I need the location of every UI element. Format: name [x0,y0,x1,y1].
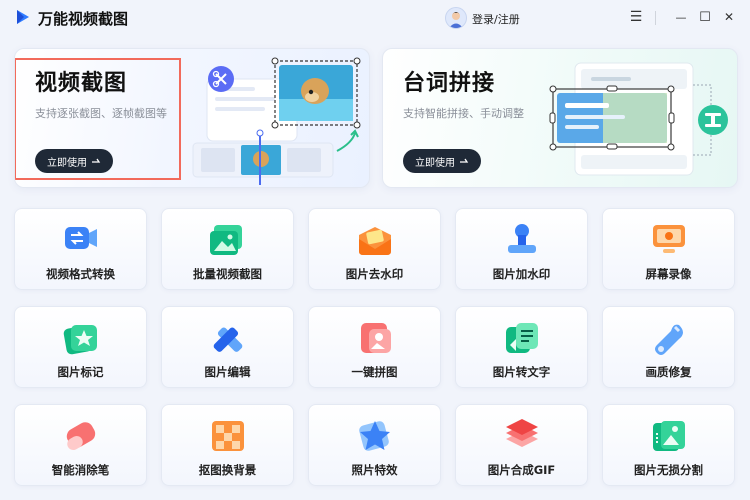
tool-tile-photo-effects[interactable]: 照片特效 [308,404,441,486]
tool-label: 批量视频截图 [193,267,262,281]
tool-tile-remove-watermark[interactable]: 图片去水印 [308,208,441,290]
app-title: 万能视频截图 [38,10,129,28]
avatar[interactable] [445,7,467,29]
minimize-icon: — [675,10,687,24]
tool-label: 图片标记 [57,365,104,379]
tool-label: 图片转文字 [492,365,551,379]
menu-button[interactable]: ☰ [627,8,645,26]
card-title: 台词拼接 [403,71,496,96]
remove-watermark-icon [359,227,391,255]
cutout-background-icon [212,421,244,451]
arrow-icon [460,158,469,163]
tool-tile-screen-record[interactable]: 屏幕录像 [602,208,735,290]
add-watermark-icon [508,224,536,253]
screen-record-icon [653,225,685,253]
tool-tile-add-watermark[interactable]: 图片加水印 [455,208,588,290]
photo-effects-icon [359,421,390,451]
image-mark-icon [63,325,97,355]
quality-repair-icon [655,324,683,355]
tool-label: 画质修复 [645,365,692,379]
tool-label: 视频格式转换 [46,267,115,281]
close-button[interactable]: ✕ [720,8,738,26]
tool-label: 图片去水印 [345,267,404,281]
subtitle-stitch-card[interactable]: 台词拼接 支持智能拼接、手动调整 立即使用 [382,48,738,188]
image-edit-icon [213,327,243,352]
button-label: 立即使用 [415,157,455,169]
tool-tile-image-split[interactable]: 图片无损分割 [602,404,735,486]
tool-label: 一键拼图 [351,365,398,379]
close-icon: ✕ [723,10,735,24]
user-icon [449,12,463,28]
subtitle-stitch-illustration [549,62,728,176]
title-bar: 万能视频截图 登录/注册 ☰ — ☐ ✕ [0,0,750,36]
use-now-button[interactable]: 立即使用 [403,149,481,173]
tool-label: 屏幕录像 [645,267,692,281]
tool-label: 图片无损分割 [634,463,703,477]
maximize-button[interactable]: ☐ [696,8,714,26]
tool-tile-video-convert[interactable]: 视频格式转换 [14,208,147,290]
tool-label: 抠图换背景 [198,463,257,477]
tool-label: 图片加水印 [492,267,551,281]
batch-screenshot-icon [210,225,242,255]
tool-label: 图片合成GIF [487,463,556,477]
tool-tile-image-edit[interactable]: 图片编辑 [161,306,294,388]
collage-icon [361,323,391,353]
tool-tile-collage[interactable]: 一键拼图 [308,306,441,388]
image-to-text-icon [506,323,538,353]
app-logo-icon [17,10,29,24]
tool-tile-smart-eraser[interactable]: 智能消除笔 [14,404,147,486]
gif-maker-icon [506,419,538,447]
tool-tile-image-to-text[interactable]: 图片转文字 [455,306,588,388]
video-screenshot-card[interactable]: 视频截图 支持逐张截图、逐帧截图等 立即使用 [14,48,370,188]
image-split-icon [653,421,685,451]
tool-tile-image-mark[interactable]: 图片标记 [14,306,147,388]
menu-icon: ☰ [629,9,643,25]
tool-tile-batch-screenshot[interactable]: 批量视频截图 [161,208,294,290]
focus-highlight [15,58,181,180]
video-screenshot-illustration [192,57,361,185]
card-subtitle: 支持智能拼接、手动调整 [403,107,524,120]
video-convert-icon [65,227,97,249]
minimize-button[interactable]: — [672,8,690,26]
tool-label: 照片特效 [351,463,398,477]
tool-tile-cutout-background[interactable]: 抠图换背景 [161,404,294,486]
tool-label: 图片编辑 [204,365,251,379]
login-link[interactable]: 登录/注册 [472,11,520,27]
divider [655,11,656,25]
tool-tile-gif-maker[interactable]: 图片合成GIF [455,404,588,486]
smart-eraser-icon [66,422,96,450]
tool-tile-quality-repair[interactable]: 画质修复 [602,306,735,388]
tool-label: 智能消除笔 [51,463,110,477]
maximize-icon: ☐ [699,9,711,25]
